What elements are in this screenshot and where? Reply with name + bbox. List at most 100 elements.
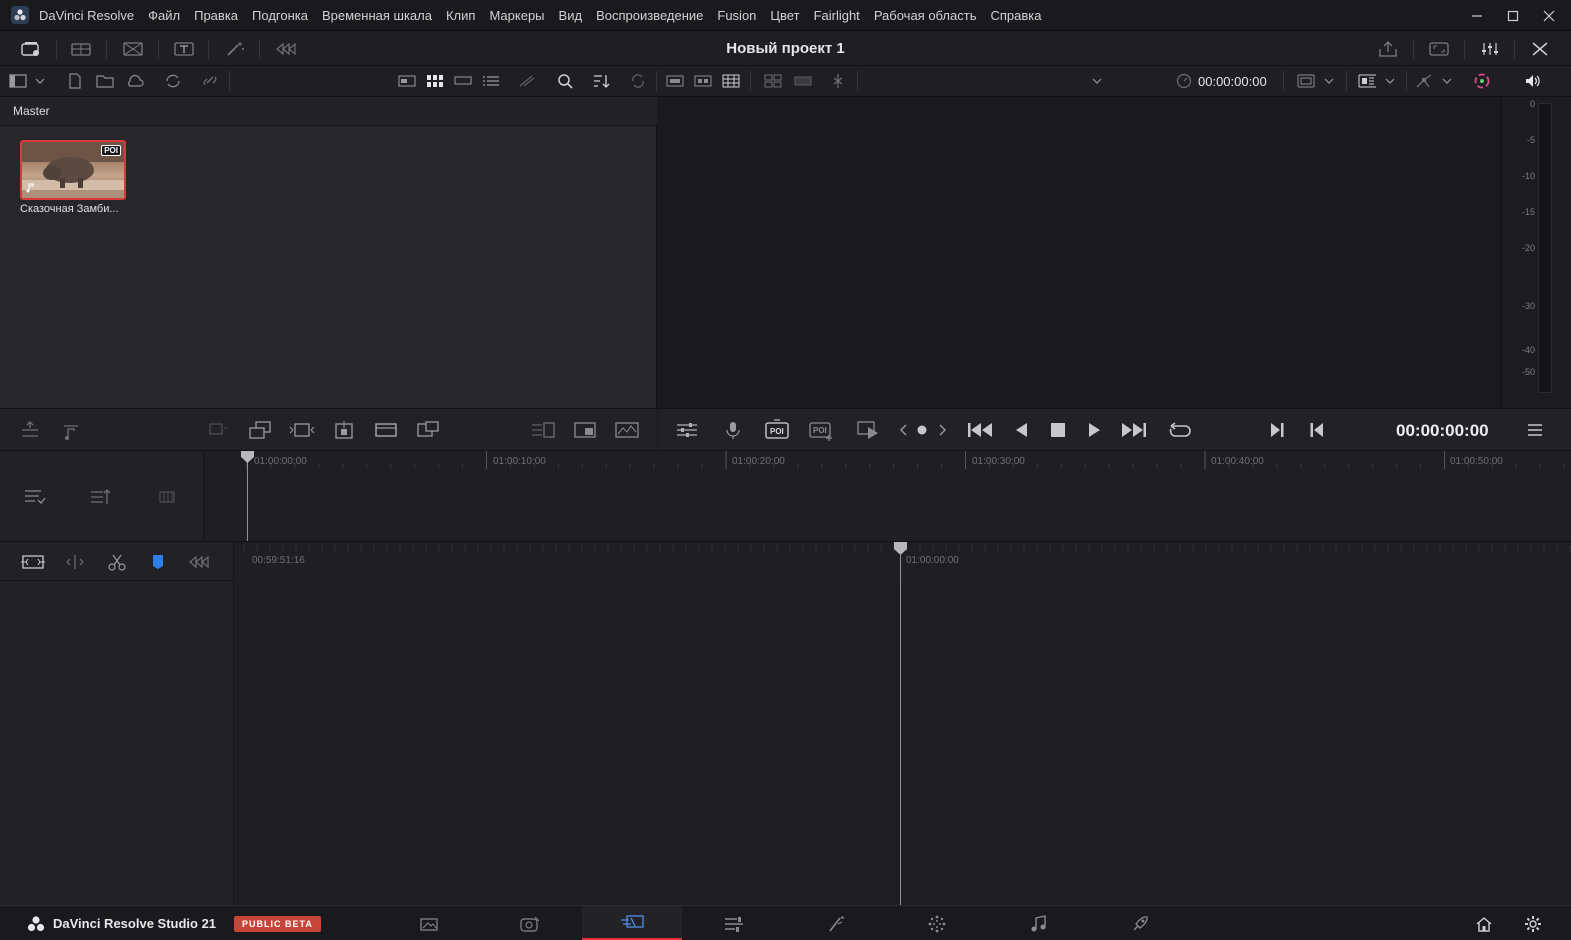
- track-height-icon[interactable]: [88, 486, 114, 508]
- minimize-icon[interactable]: [1459, 0, 1495, 31]
- import-media-icon[interactable]: [66, 73, 84, 89]
- close-up-icon[interactable]: [572, 419, 598, 441]
- media-page-icon[interactable]: [379, 906, 479, 940]
- chevron-down-icon[interactable]: [33, 73, 47, 89]
- list-view-icon[interactable]: [482, 73, 500, 89]
- viewer-overlay-icon[interactable]: [1358, 73, 1376, 89]
- full-screen-icon[interactable]: [1428, 40, 1450, 58]
- audio-track-toggle-icon[interactable]: [58, 419, 84, 441]
- hamburger-menu-icon[interactable]: [1522, 419, 1548, 441]
- strip-view-icon[interactable]: [454, 73, 472, 89]
- chevron-down-icon[interactable]: [1382, 73, 1398, 89]
- upper-timeline[interactable]: 01:00:00:00 01:00:10:00 01:00:20:00 01:0…: [204, 451, 1571, 541]
- marker-blue-icon[interactable]: [145, 551, 171, 573]
- mixer-icon[interactable]: [1479, 40, 1501, 58]
- flag-icon[interactable]: [188, 551, 214, 573]
- place-on-top-icon[interactable]: [373, 419, 399, 441]
- titles-icon[interactable]: [173, 40, 195, 58]
- full-extent-zoom-icon[interactable]: [20, 551, 46, 573]
- menu-edit[interactable]: Правка: [187, 0, 245, 31]
- clip-attributes-icon[interactable]: [518, 73, 536, 89]
- fit-to-fill-icon[interactable]: [331, 419, 357, 441]
- lower-playhead[interactable]: [900, 553, 901, 905]
- lower-timeline[interactable]: [234, 553, 1571, 905]
- color-page-icon[interactable]: [786, 906, 886, 940]
- clip-thumbnail[interactable]: POI: [20, 140, 126, 200]
- poi-tracking-icon[interactable]: POI: [764, 419, 790, 441]
- upper-ruler[interactable]: [204, 451, 1571, 471]
- app-name[interactable]: DaVinci Resolve: [39, 0, 141, 31]
- overwrite-clip-icon[interactable]: [247, 419, 273, 441]
- source-tape-icon[interactable]: [722, 73, 740, 89]
- lower-timeline-ruler[interactable]: 00:59:51:16 01:00:00:00: [234, 541, 1571, 581]
- scissors-icon[interactable]: [104, 551, 130, 573]
- menu-file[interactable]: Файл: [141, 0, 187, 31]
- menu-workspace[interactable]: Рабочая область: [867, 0, 984, 31]
- loop-icon[interactable]: [1166, 419, 1192, 441]
- search-icon[interactable]: [556, 73, 574, 89]
- play-around-icon[interactable]: [856, 419, 882, 441]
- quick-export-icon[interactable]: [1377, 40, 1399, 58]
- menu-color[interactable]: Цвет: [763, 0, 806, 31]
- stop-icon[interactable]: [1045, 419, 1071, 441]
- fairlight-page-icon[interactable]: [887, 906, 987, 940]
- playhead-speed-icon[interactable]: [1175, 73, 1193, 89]
- insert-clip-icon[interactable]: [205, 419, 231, 441]
- cut-page-icon[interactable]: [480, 906, 580, 940]
- menu-fairlight[interactable]: Fairlight: [807, 0, 867, 31]
- bin-name[interactable]: Master: [13, 97, 50, 126]
- edit-page-icon[interactable]: [582, 906, 682, 940]
- sort-icon[interactable]: [592, 73, 610, 89]
- viewer-canvas[interactable]: [658, 97, 1501, 408]
- append-icon[interactable]: [530, 419, 556, 441]
- next-edit-icon[interactable]: [934, 419, 950, 441]
- panel-toggle-icon[interactable]: [9, 73, 27, 89]
- dual-viewer-icon[interactable]: [694, 73, 712, 89]
- menu-help[interactable]: Справка: [983, 0, 1048, 31]
- volume-icon[interactable]: [1524, 73, 1542, 89]
- play-icon[interactable]: [1081, 419, 1107, 441]
- poi-plus-icon[interactable]: POI: [808, 419, 834, 441]
- close-icon[interactable]: [1531, 0, 1567, 31]
- new-bin-icon[interactable]: [96, 73, 114, 89]
- settings-gear-icon[interactable]: [1483, 906, 1571, 940]
- viewer-timecode[interactable]: 00:00:00:00: [1198, 66, 1267, 97]
- skip-to-start-icon[interactable]: [967, 419, 995, 441]
- voiceover-mic-icon[interactable]: [720, 419, 746, 441]
- prev-frame-icon[interactable]: [1304, 419, 1330, 441]
- menu-view[interactable]: Вид: [552, 0, 590, 31]
- effects-wand-icon[interactable]: [224, 40, 246, 58]
- metadata-view-icon[interactable]: [398, 73, 416, 89]
- cloud-icon[interactable]: [126, 73, 144, 89]
- marker-dot-icon[interactable]: [914, 419, 930, 441]
- transport-timecode[interactable]: 00:00:00:00: [1396, 409, 1489, 452]
- next-frame-icon[interactable]: [1264, 419, 1290, 441]
- media-pool-icon[interactable]: [20, 40, 42, 58]
- ripple-overwrite-icon[interactable]: [415, 419, 441, 441]
- inspector-icon[interactable]: [275, 40, 297, 58]
- menu-playback[interactable]: Воспроизведение: [589, 0, 710, 31]
- link-icon[interactable]: [201, 73, 219, 89]
- music-page-icon[interactable]: [989, 906, 1089, 940]
- sync-bin-icon[interactable]: [70, 40, 92, 58]
- maximize-icon[interactable]: [1495, 0, 1531, 31]
- clip-name[interactable]: Сказочная Замби...: [20, 203, 130, 215]
- timeline-options-icon[interactable]: [22, 486, 48, 508]
- thumbnail-view-icon[interactable]: [426, 73, 444, 89]
- track-up-icon[interactable]: [17, 419, 43, 441]
- relink-icon[interactable]: [164, 73, 182, 89]
- menu-timeline[interactable]: Временная шкала: [315, 0, 439, 31]
- menu-fusion[interactable]: Fusion: [710, 0, 763, 31]
- menu-clip[interactable]: Клип: [439, 0, 482, 31]
- chevron-down-icon[interactable]: [1439, 73, 1455, 89]
- chevron-down-icon[interactable]: [1089, 73, 1105, 89]
- upper-playhead[interactable]: [247, 451, 248, 541]
- audio-settings-icon[interactable]: [674, 419, 700, 441]
- single-viewer-icon[interactable]: [666, 73, 684, 89]
- transform-icon[interactable]: [1415, 73, 1433, 89]
- deliver-page-icon[interactable]: [1090, 906, 1190, 940]
- safe-area-icon[interactable]: [794, 73, 812, 89]
- upper-playhead-handle[interactable]: [241, 451, 254, 463]
- source-overwrite-icon[interactable]: [614, 419, 640, 441]
- replace-clip-icon[interactable]: [289, 419, 315, 441]
